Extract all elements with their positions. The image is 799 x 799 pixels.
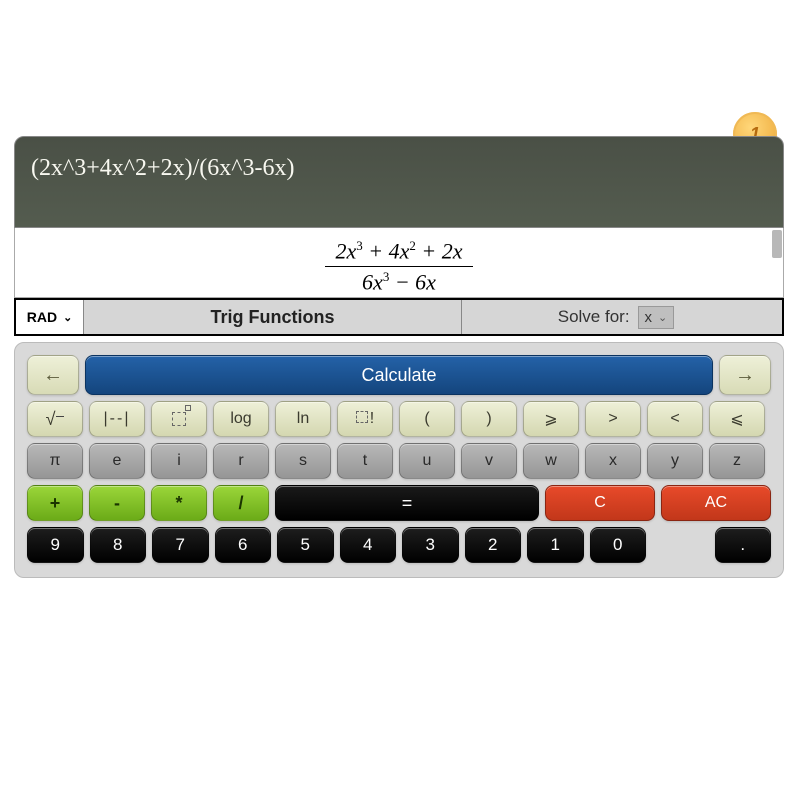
var-z-button[interactable]: z [709, 443, 765, 479]
all-clear-button[interactable]: AC [661, 485, 771, 521]
toolbar: RAD ⌄ Trig Functions Solve for: x ⌄ [14, 298, 784, 336]
sqrt-icon: √ [46, 409, 65, 430]
trig-functions-button[interactable]: Trig Functions [84, 300, 462, 334]
digit-3-button[interactable]: 3 [402, 527, 459, 563]
minus-button[interactable]: - [89, 485, 145, 521]
digit-5-button[interactable]: 5 [277, 527, 334, 563]
var-e-button[interactable]: e [89, 443, 145, 479]
var-u-button[interactable]: u [399, 443, 455, 479]
plus-button[interactable]: + [27, 485, 83, 521]
calculator: (2x^3+4x^2+2x)/(6x^3-6x) 2x3 + 4x2 + 2x … [14, 136, 784, 578]
var-y-button[interactable]: y [647, 443, 703, 479]
divide-button[interactable]: / [213, 485, 269, 521]
power-button[interactable] [151, 401, 207, 437]
denominator: 6x3 − 6x [325, 267, 472, 297]
angle-mode-select[interactable]: RAD ⌄ [16, 300, 84, 334]
rparen-button[interactable]: ) [461, 401, 517, 437]
abs-button[interactable]: |--| [89, 401, 145, 437]
var-r-button[interactable]: r [213, 443, 269, 479]
digit-2-button[interactable]: 2 [465, 527, 522, 563]
numerator: 2x3 + 4x2 + 2x [325, 236, 472, 267]
digit-6-button[interactable]: 6 [215, 527, 272, 563]
multiply-button[interactable]: * [151, 485, 207, 521]
log-button[interactable]: log [213, 401, 269, 437]
abs-icon: |--| [104, 410, 131, 428]
digit-8-button[interactable]: 8 [90, 527, 147, 563]
clear-button[interactable]: C [545, 485, 655, 521]
fraction: 2x3 + 4x2 + 2x 6x3 − 6x [325, 236, 472, 298]
var-v-button[interactable]: v [461, 443, 517, 479]
digit-4-button[interactable]: 4 [340, 527, 397, 563]
cursor-left-button[interactable]: ← [27, 355, 79, 395]
keypad: ← Calculate → √ |--| logln! ()⩾><⩽ πeirstu… [14, 342, 784, 578]
var-w-button[interactable]: w [523, 443, 579, 479]
gt-button[interactable]: > [585, 401, 641, 437]
digit-9-button[interactable]: 9 [27, 527, 84, 563]
ln-button[interactable]: ln [275, 401, 331, 437]
formula-preview[interactable]: 2x3 + 4x2 + 2x 6x3 − 6x [14, 228, 784, 298]
chevron-down-icon: ⌄ [63, 311, 72, 324]
lparen-button[interactable]: ( [399, 401, 455, 437]
digit-7-button[interactable]: 7 [152, 527, 209, 563]
digit-1-button[interactable]: 1 [527, 527, 584, 563]
solve-for-panel: Solve for: x ⌄ [462, 300, 782, 334]
scrollbar-thumb[interactable] [772, 230, 782, 258]
cursor-right-button[interactable]: → [719, 355, 771, 395]
display-input: (2x^3+4x^2+2x)/(6x^3-6x) [31, 155, 767, 182]
var-t-button[interactable]: t [337, 443, 393, 479]
equals-button[interactable]: = [275, 485, 539, 521]
solve-variable-select[interactable]: x ⌄ [638, 306, 675, 329]
lte-button[interactable]: ⩽ [709, 401, 765, 437]
gte-button[interactable]: ⩾ [523, 401, 579, 437]
calculate-button[interactable]: Calculate [85, 355, 713, 395]
var-π-button[interactable]: π [27, 443, 83, 479]
lt-button[interactable]: < [647, 401, 703, 437]
chevron-down-icon: ⌄ [658, 311, 667, 324]
digit-0-button[interactable]: 0 [590, 527, 647, 563]
var-s-button[interactable]: s [275, 443, 331, 479]
var-x-button[interactable]: x [585, 443, 641, 479]
decimal-button[interactable]: . [715, 527, 772, 563]
power-icon [172, 412, 186, 426]
factorial-icon: ! [356, 410, 374, 428]
factorial-button[interactable]: ! [337, 401, 393, 437]
sqrt-button[interactable]: √ [27, 401, 83, 437]
solve-for-label: Solve for: [558, 307, 630, 327]
var-i-button[interactable]: i [151, 443, 207, 479]
angle-mode-value: RAD [27, 309, 57, 325]
display-panel[interactable]: (2x^3+4x^2+2x)/(6x^3-6x) [14, 136, 784, 228]
